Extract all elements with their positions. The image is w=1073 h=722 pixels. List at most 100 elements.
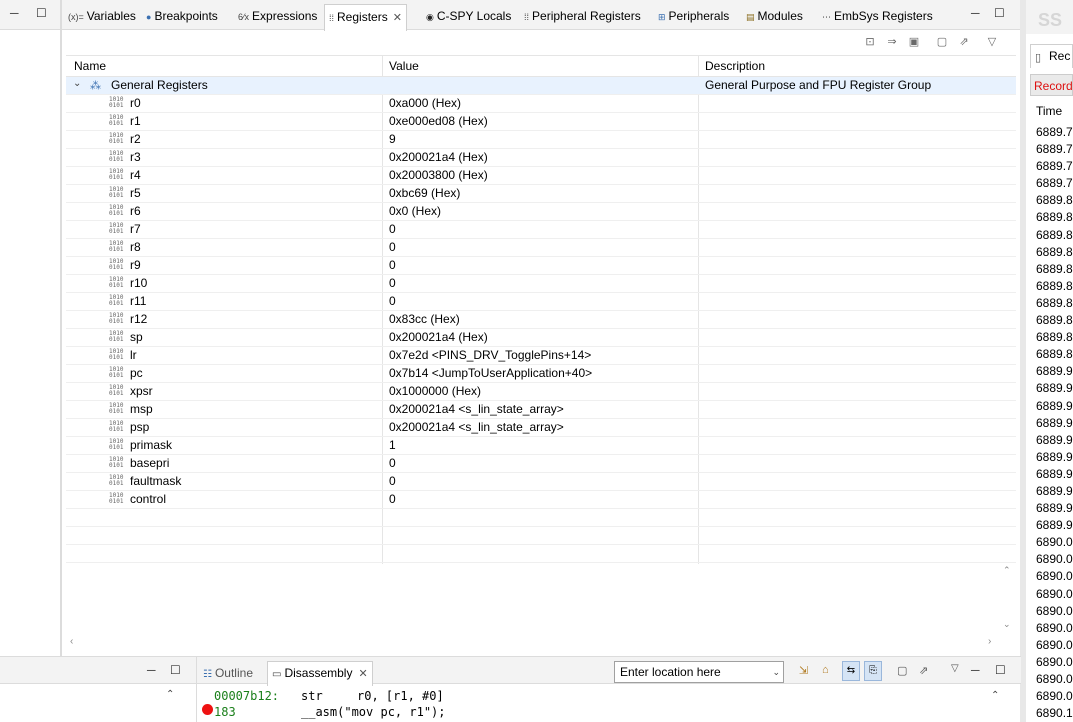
register-value[interactable]: 0xbc69 (Hex) bbox=[389, 186, 460, 200]
home-icon[interactable]: ⌂ bbox=[822, 664, 829, 676]
time-entry[interactable]: 6889.9 bbox=[1036, 415, 1073, 432]
time-entry[interactable]: 6889.9 bbox=[1036, 517, 1073, 534]
scroll-up-icon[interactable]: ⌃ bbox=[166, 689, 174, 700]
time-entry[interactable]: 6890.0 bbox=[1036, 688, 1073, 705]
vertical-scrollbar[interactable]: ⌃ ⌄ bbox=[1000, 565, 1015, 637]
time-entry[interactable]: 6889.8 bbox=[1036, 244, 1073, 261]
time-entry[interactable]: 6889.7 bbox=[1036, 124, 1073, 141]
register-value[interactable]: 0 bbox=[389, 240, 396, 254]
show-source-icon[interactable]: ⎘ bbox=[864, 661, 882, 681]
time-entry[interactable]: 6889.7 bbox=[1036, 141, 1073, 158]
time-entry[interactable]: 6889.8 bbox=[1036, 209, 1073, 226]
time-entry[interactable]: 6890.0 bbox=[1036, 534, 1073, 551]
time-entry[interactable]: 6889.8 bbox=[1036, 227, 1073, 244]
register-value[interactable]: 0 bbox=[389, 456, 396, 470]
register-value[interactable]: 0 bbox=[389, 492, 396, 506]
chevron-down-icon[interactable]: ⌄ bbox=[772, 662, 780, 682]
register-row[interactable]: 1010 0101 control 0 bbox=[66, 491, 1016, 509]
time-entry[interactable]: 6889.9 bbox=[1036, 432, 1073, 449]
tab-outline[interactable]: ☷ Outline bbox=[203, 662, 253, 684]
pin-view-icon[interactable]: ⇗ bbox=[956, 34, 972, 50]
time-entry[interactable]: 6890.0 bbox=[1036, 654, 1073, 671]
tab-cspy-locals[interactable]: ◉ C-SPY Locals bbox=[426, 5, 511, 27]
time-entry[interactable]: 6889.7 bbox=[1036, 175, 1073, 192]
maximize-icon[interactable]: ☐ bbox=[995, 663, 1006, 677]
time-entry[interactable]: 6889.8 bbox=[1036, 192, 1073, 209]
tab-registers[interactable]: ⁞⁞ Registers ✕ bbox=[324, 4, 407, 31]
register-row[interactable]: 1010 0101 r2 9 bbox=[66, 131, 1016, 149]
new-view-icon[interactable]: ▢ bbox=[897, 664, 907, 677]
view-menu-icon[interactable]: ▽ bbox=[984, 34, 1000, 50]
view-menu-icon[interactable]: ▽ bbox=[951, 663, 959, 674]
register-group-row[interactable]: ⌄ ⁂ General Registers General Purpose an… bbox=[66, 77, 1016, 95]
tab-breakpoints[interactable]: ● Breakpoints bbox=[146, 5, 218, 27]
tab-peripherals[interactable]: ⊞ Peripherals bbox=[658, 5, 729, 27]
scroll-up-icon[interactable]: ⌃ bbox=[991, 690, 999, 701]
close-icon[interactable]: ✕ bbox=[393, 12, 402, 24]
scroll-up-icon[interactable]: ⌃ bbox=[1003, 565, 1011, 576]
tab-disassembly[interactable]: ▭ Disassembly ✕ bbox=[267, 661, 373, 686]
register-value[interactable]: 0 bbox=[389, 474, 396, 488]
register-row[interactable]: 1010 0101 r8 0 bbox=[66, 239, 1016, 257]
column-name[interactable]: Name bbox=[74, 59, 106, 73]
time-entry[interactable]: 6889.9 bbox=[1036, 363, 1073, 380]
tab-recording[interactable]: ▯ Rec bbox=[1030, 44, 1073, 68]
time-entry[interactable]: 6890.1 bbox=[1036, 705, 1073, 722]
tab-variables[interactable]: (x)= Variables bbox=[68, 5, 136, 27]
register-value[interactable]: 0 bbox=[389, 294, 396, 308]
register-row[interactable]: 1010 0101 r5 0xbc69 (Hex) bbox=[66, 185, 1016, 203]
maximize-icon[interactable]: ☐ bbox=[170, 663, 181, 677]
breakpoint-icon[interactable] bbox=[202, 704, 213, 715]
scroll-right-icon[interactable]: › bbox=[988, 636, 991, 647]
register-row[interactable]: 1010 0101 psp 0x200021a4 <s_lin_state_array… bbox=[66, 419, 1016, 437]
column-description[interactable]: Description bbox=[705, 59, 765, 73]
time-entry[interactable]: 6889.8 bbox=[1036, 312, 1073, 329]
register-row[interactable]: 1010 0101 r12 0x83cc (Hex) bbox=[66, 311, 1016, 329]
register-row[interactable]: 1010 0101 r1 0xe000ed08 (Hex) bbox=[66, 113, 1016, 131]
minimize-icon[interactable]: ─ bbox=[10, 6, 19, 20]
register-value[interactable]: 1 bbox=[389, 438, 396, 452]
register-row[interactable]: 1010 0101 r0 0xa000 (Hex) bbox=[66, 95, 1016, 113]
minimize-icon[interactable]: ─ bbox=[147, 663, 156, 677]
register-value[interactable]: 0x7b14 <JumpToUserApplication+40> bbox=[389, 366, 592, 380]
time-entry[interactable]: 6889.8 bbox=[1036, 261, 1073, 278]
register-row[interactable]: 1010 0101 sp 0x200021a4 (Hex) bbox=[66, 329, 1016, 347]
register-value[interactable]: 0 bbox=[389, 222, 396, 236]
scroll-down-icon[interactable]: ⌄ bbox=[1003, 619, 1011, 630]
time-entry[interactable]: 6890.0 bbox=[1036, 551, 1073, 568]
register-row[interactable]: 1010 0101 r9 0 bbox=[66, 257, 1016, 275]
column-value[interactable]: Value bbox=[389, 59, 419, 73]
register-value[interactable]: 0 bbox=[389, 258, 396, 272]
register-value[interactable]: 0x1000000 (Hex) bbox=[389, 384, 481, 398]
link-with-editor-icon[interactable]: ⇆ bbox=[842, 661, 860, 681]
go-to-address-icon[interactable]: ⇲ bbox=[799, 664, 808, 677]
time-entry[interactable]: 6889.9 bbox=[1036, 500, 1073, 517]
register-value[interactable]: 0x200021a4 (Hex) bbox=[389, 330, 488, 344]
register-value[interactable]: 0x200021a4 (Hex) bbox=[389, 150, 488, 164]
edit-group-icon[interactable]: ⇒ bbox=[884, 34, 900, 50]
register-row[interactable]: 1010 0101 pc 0x7b14 <JumpToUserApplication+… bbox=[66, 365, 1016, 383]
time-entry[interactable]: 6889.9 bbox=[1036, 380, 1073, 397]
tab-modules[interactable]: ▤ Modules bbox=[746, 5, 803, 27]
time-entry[interactable]: 6889.9 bbox=[1036, 483, 1073, 500]
tab-expressions[interactable]: 6⁄x Expressions bbox=[238, 5, 317, 27]
pin-view-icon[interactable]: ⇗ bbox=[919, 664, 928, 677]
new-view-icon[interactable]: ▢ bbox=[934, 34, 950, 50]
time-entry[interactable]: 6889.9 bbox=[1036, 398, 1073, 415]
register-row[interactable]: 1010 0101 faultmask 0 bbox=[66, 473, 1016, 491]
register-value[interactable]: 0xe000ed08 (Hex) bbox=[389, 114, 488, 128]
minimize-icon[interactable]: ─ bbox=[971, 6, 980, 20]
location-input[interactable]: Enter location here ⌄ bbox=[614, 661, 784, 683]
register-row[interactable]: 1010 0101 primask 1 bbox=[66, 437, 1016, 455]
register-row[interactable]: 1010 0101 r4 0x20003800 (Hex) bbox=[66, 167, 1016, 185]
remove-group-icon[interactable]: ▣ bbox=[906, 34, 922, 50]
tab-embsys-registers[interactable]: ⋯ EmbSys Registers bbox=[822, 5, 933, 27]
maximize-icon[interactable]: ☐ bbox=[36, 6, 47, 20]
time-entry[interactable]: 6890.0 bbox=[1036, 568, 1073, 585]
register-value[interactable]: 9 bbox=[389, 132, 396, 146]
time-entry[interactable]: 6889.9 bbox=[1036, 466, 1073, 483]
minimize-icon[interactable]: ─ bbox=[971, 663, 980, 677]
register-value[interactable]: 0x200021a4 <s_lin_state_array> bbox=[389, 420, 564, 434]
scroll-left-icon[interactable]: ‹ bbox=[70, 636, 73, 647]
time-entry[interactable]: 6890.0 bbox=[1036, 671, 1073, 688]
